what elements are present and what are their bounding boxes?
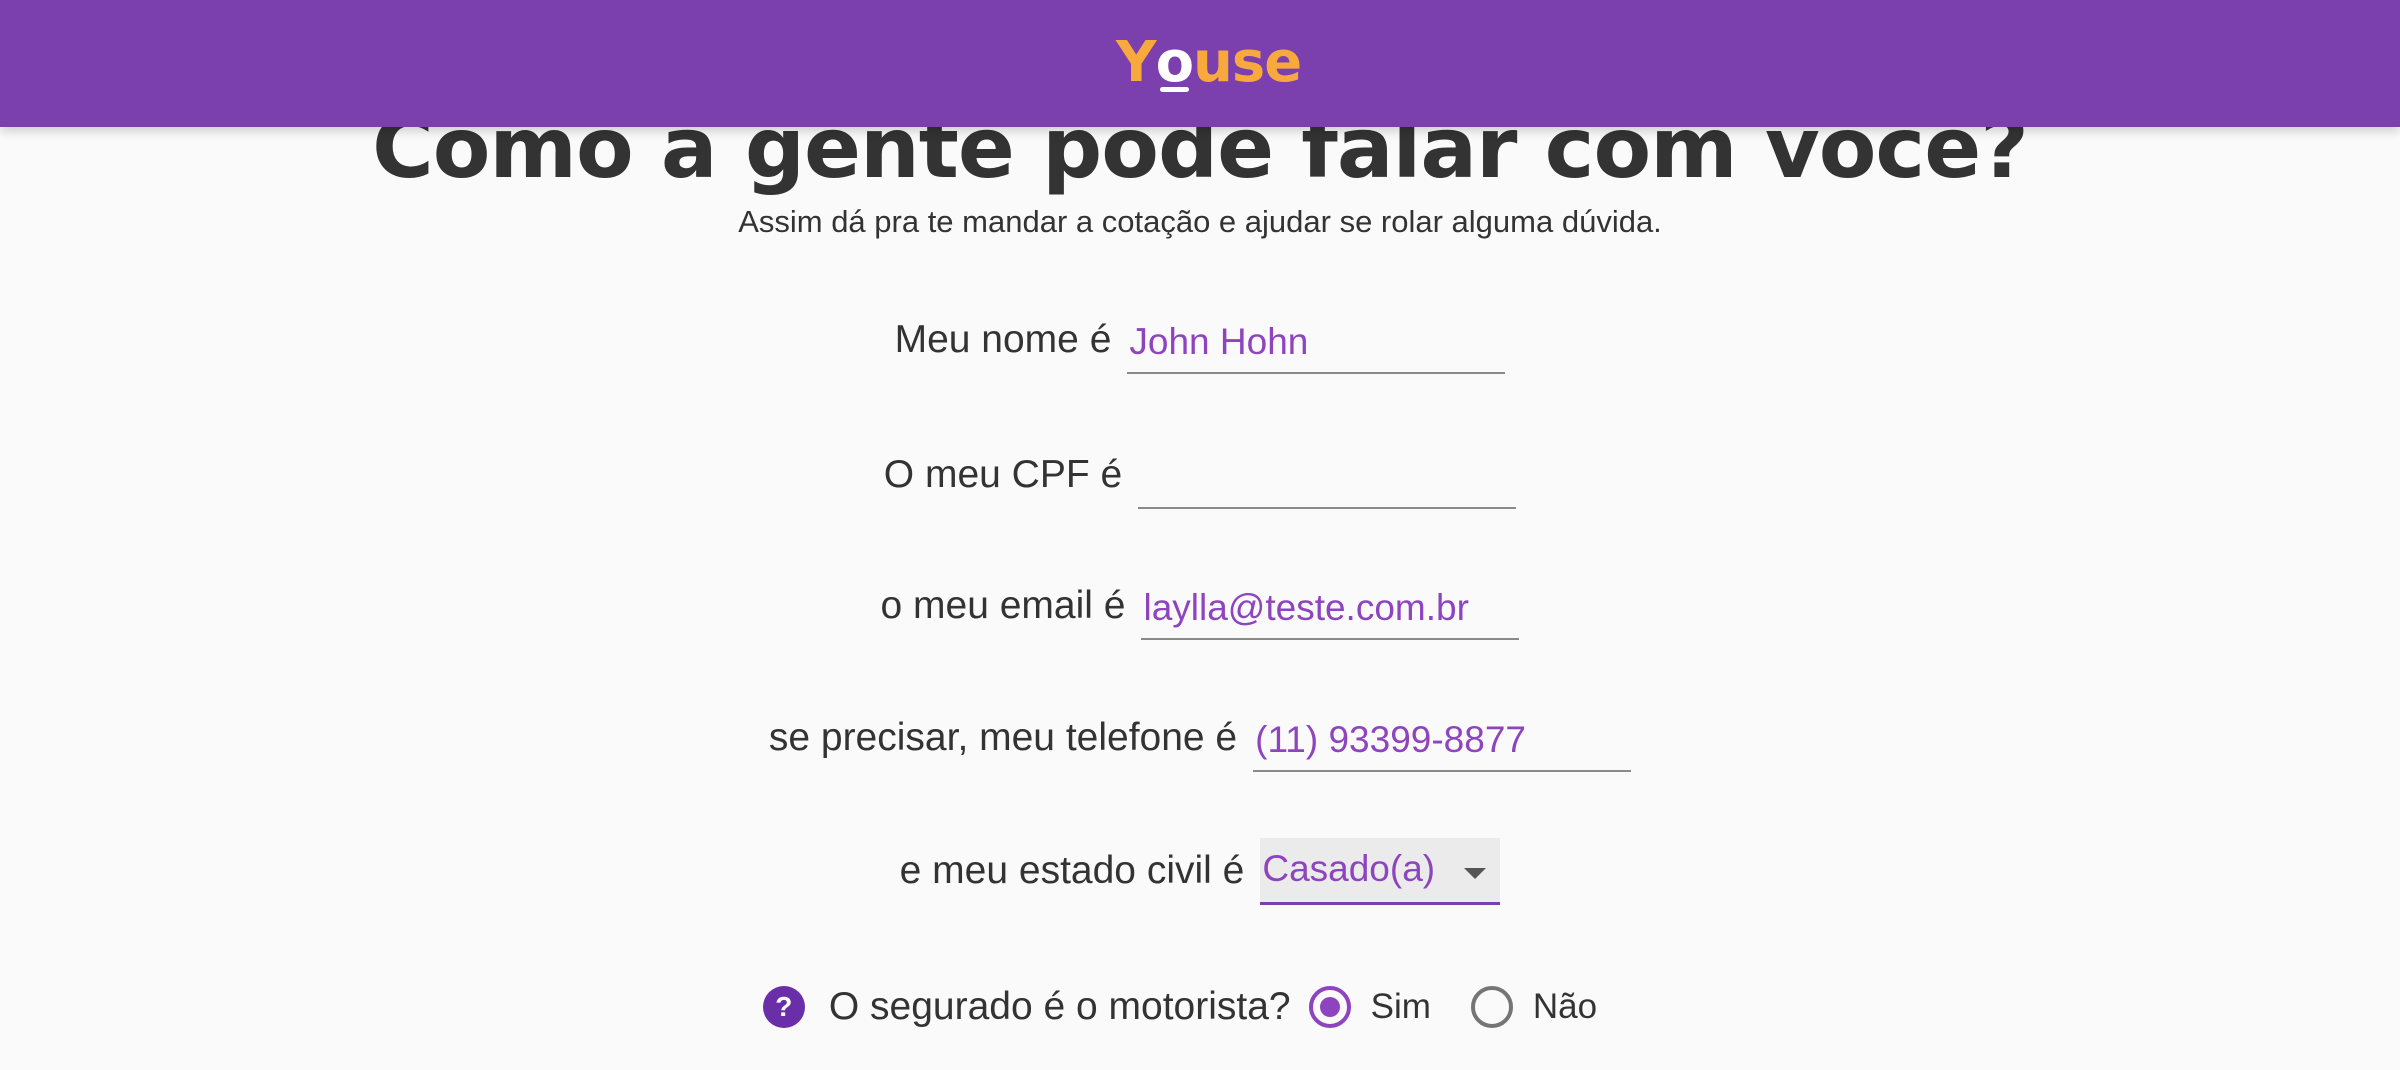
civil-status-row: e meu estado civil é Casado(a) — [0, 838, 2400, 905]
email-label: o meu email é — [880, 584, 1126, 627]
top-header: Youse — [0, 0, 2400, 127]
page-subtitle: Assim dá pra te mandar a cotação e ajuda… — [738, 204, 1662, 239]
name-input[interactable] — [1127, 312, 1506, 374]
phone-label: se precisar, meu telefone é — [768, 716, 1238, 759]
driver-yes-label[interactable]: Sim — [1371, 987, 1431, 1027]
cpf-input[interactable] — [1138, 447, 1517, 509]
help-icon[interactable]: ? — [762, 986, 805, 1028]
logo-letter-o: o — [1156, 28, 1194, 98]
phone-input[interactable] — [1253, 710, 1632, 772]
name-row: Meu nome é — [0, 312, 2400, 374]
driver-no-label[interactable]: Não — [1533, 987, 1597, 1027]
logo-letters-use: use — [1193, 30, 1302, 95]
civil-status-select[interactable]: Casado(a) — [1260, 838, 1501, 905]
driver-row: ? O segurado é o motorista? Sim Não — [0, 985, 2400, 1029]
youse-logo[interactable]: Youse — [1116, 28, 1302, 98]
civil-status-label: e meu estado civil é — [899, 849, 1245, 892]
cpf-row: O meu CPF é — [0, 447, 2400, 509]
driver-yes-radio[interactable] — [1308, 986, 1351, 1028]
name-label: Meu nome é — [894, 318, 1112, 361]
driver-no-radio[interactable] — [1470, 986, 1513, 1028]
civil-status-value: Casado(a) — [1262, 848, 1436, 889]
chevron-down-icon — [1464, 868, 1487, 879]
cpf-label: O meu CPF é — [883, 453, 1123, 496]
phone-row: se precisar, meu telefone é — [0, 710, 2400, 772]
driver-question: O segurado é o motorista? — [828, 985, 1291, 1028]
email-row: o meu email é — [0, 578, 2400, 640]
email-input[interactable] — [1141, 578, 1520, 640]
logo-letter-y: Y — [1116, 30, 1157, 95]
